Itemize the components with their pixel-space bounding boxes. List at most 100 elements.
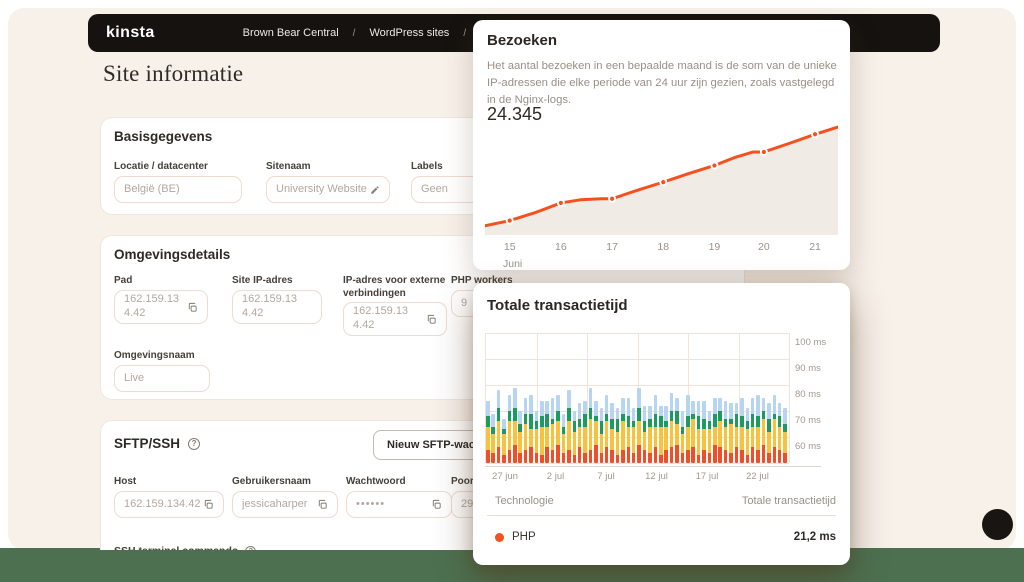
bar-segment-blue (616, 408, 620, 418)
stacked-bar[interactable] (562, 414, 566, 463)
stacked-bar[interactable] (502, 419, 506, 463)
bar-segment-yellow (491, 434, 495, 452)
bar-y-label: 70 ms (795, 415, 821, 426)
stacked-bar[interactable] (486, 401, 490, 463)
bar-segment-blue (518, 411, 522, 424)
stacked-bar[interactable] (783, 408, 787, 463)
stacked-bar[interactable] (762, 398, 766, 463)
stacked-bar[interactable] (654, 395, 658, 463)
stacked-bar[interactable] (491, 414, 495, 463)
stacked-bar[interactable] (627, 398, 631, 463)
stacked-bar[interactable] (578, 403, 582, 463)
bar-segment-yellow (697, 429, 701, 455)
stacked-bar[interactable] (708, 411, 712, 463)
bar-segment-green (783, 424, 787, 432)
chat-bubble-button[interactable] (982, 509, 1013, 540)
stacked-bar[interactable] (610, 403, 614, 463)
stacked-bar[interactable] (518, 411, 522, 463)
bar-segment-green (756, 416, 760, 426)
copy-icon[interactable] (317, 499, 328, 510)
host-field[interactable]: 162.159.134.42 (114, 491, 224, 518)
stacked-bar[interactable] (670, 393, 674, 463)
extern-ip-field[interactable]: 162.159.134.42 (343, 302, 447, 336)
stacked-bar[interactable] (600, 408, 604, 463)
bar-segment-orange (718, 447, 722, 463)
stacked-bar[interactable] (724, 401, 728, 463)
stacked-bar[interactable] (573, 411, 577, 463)
omgevingsnaam-field[interactable]: Live (114, 365, 210, 392)
edit-icon[interactable] (370, 185, 380, 195)
gebruikersnaam-field[interactable]: jessicaharper (232, 491, 338, 518)
help-icon[interactable]: ? (245, 546, 256, 550)
stacked-bar[interactable] (567, 390, 571, 463)
stacked-bar[interactable] (664, 406, 668, 463)
php-dot-icon (495, 533, 504, 542)
bar-segment-blue (567, 390, 571, 408)
bar-segment-orange (675, 445, 679, 463)
legend-row-php[interactable]: PHP 21,2 ms (495, 531, 836, 543)
bar-segment-green (708, 421, 712, 429)
stacked-bar[interactable] (540, 401, 544, 463)
stacked-bar[interactable] (697, 401, 701, 463)
stacked-bar[interactable] (535, 411, 539, 463)
locatie-field[interactable]: België (BE) (114, 176, 242, 203)
bar-segment-orange (654, 447, 658, 463)
stacked-bar[interactable] (583, 401, 587, 463)
copy-icon[interactable] (431, 499, 442, 510)
stacked-bar[interactable] (616, 408, 620, 463)
bar-segment-orange (773, 447, 777, 463)
stacked-bar[interactable] (746, 408, 750, 463)
stacked-bar[interactable] (681, 411, 685, 463)
stacked-bar[interactable] (740, 398, 744, 463)
site-ip-field[interactable]: 162.159.134.42 (232, 290, 322, 324)
stacked-bar[interactable] (589, 388, 593, 463)
bar-segment-blue (691, 401, 695, 414)
legend-row-name: PHP (512, 531, 536, 543)
stacked-bar[interactable] (513, 388, 517, 463)
stacked-bar[interactable] (497, 390, 501, 463)
stacked-bar[interactable] (637, 388, 641, 463)
stacked-bar[interactable] (773, 395, 777, 463)
stacked-bar[interactable] (729, 403, 733, 463)
stacked-bar[interactable] (756, 395, 760, 463)
copy-icon[interactable] (187, 302, 198, 313)
bar-segment-green (702, 419, 706, 429)
help-icon[interactable]: ? (188, 438, 200, 450)
bar-segment-green (610, 419, 614, 429)
stacked-bar[interactable] (675, 398, 679, 463)
stacked-bar[interactable] (691, 401, 695, 463)
stacked-bar[interactable] (508, 395, 512, 463)
wachtwoord-field[interactable]: •••••• (346, 491, 452, 518)
stacked-bar[interactable] (767, 403, 771, 463)
legend-col-technologie: Technologie (495, 495, 554, 507)
stacked-bar[interactable] (735, 403, 739, 463)
stacked-bar[interactable] (594, 401, 598, 463)
stacked-bar[interactable] (702, 401, 706, 463)
stacked-bar[interactable] (751, 398, 755, 463)
copy-icon[interactable] (426, 314, 437, 325)
bar-segment-orange (691, 447, 695, 463)
sitenaam-field[interactable]: University Website (266, 176, 390, 203)
stacked-bar[interactable] (621, 398, 625, 463)
stacked-bar[interactable] (632, 408, 636, 463)
pad-field[interactable]: 162.159.134.42 (114, 290, 208, 324)
stacked-bar[interactable] (686, 395, 690, 463)
breadcrumb-item[interactable]: Brown Bear Central (243, 27, 339, 39)
copy-icon[interactable] (203, 499, 214, 510)
stacked-bar[interactable] (778, 403, 782, 463)
stacked-bar[interactable] (659, 406, 663, 463)
stacked-bar[interactable] (529, 395, 533, 463)
breadcrumb-item[interactable]: WordPress sites (369, 27, 449, 39)
gebruikersnaam-label: Gebruikersnaam (232, 475, 311, 488)
stacked-bar[interactable] (524, 398, 528, 463)
stacked-bar[interactable] (643, 406, 647, 463)
stacked-bar[interactable] (718, 398, 722, 463)
stacked-bar[interactable] (551, 398, 555, 463)
stacked-bar[interactable] (648, 406, 652, 463)
stacked-bar[interactable] (545, 401, 549, 463)
stacked-bar[interactable] (605, 395, 609, 463)
kinsta-logo[interactable]: kinsta (106, 24, 155, 42)
stacked-bar[interactable] (713, 398, 717, 463)
bar-segment-orange (762, 445, 766, 463)
stacked-bar[interactable] (556, 395, 560, 463)
